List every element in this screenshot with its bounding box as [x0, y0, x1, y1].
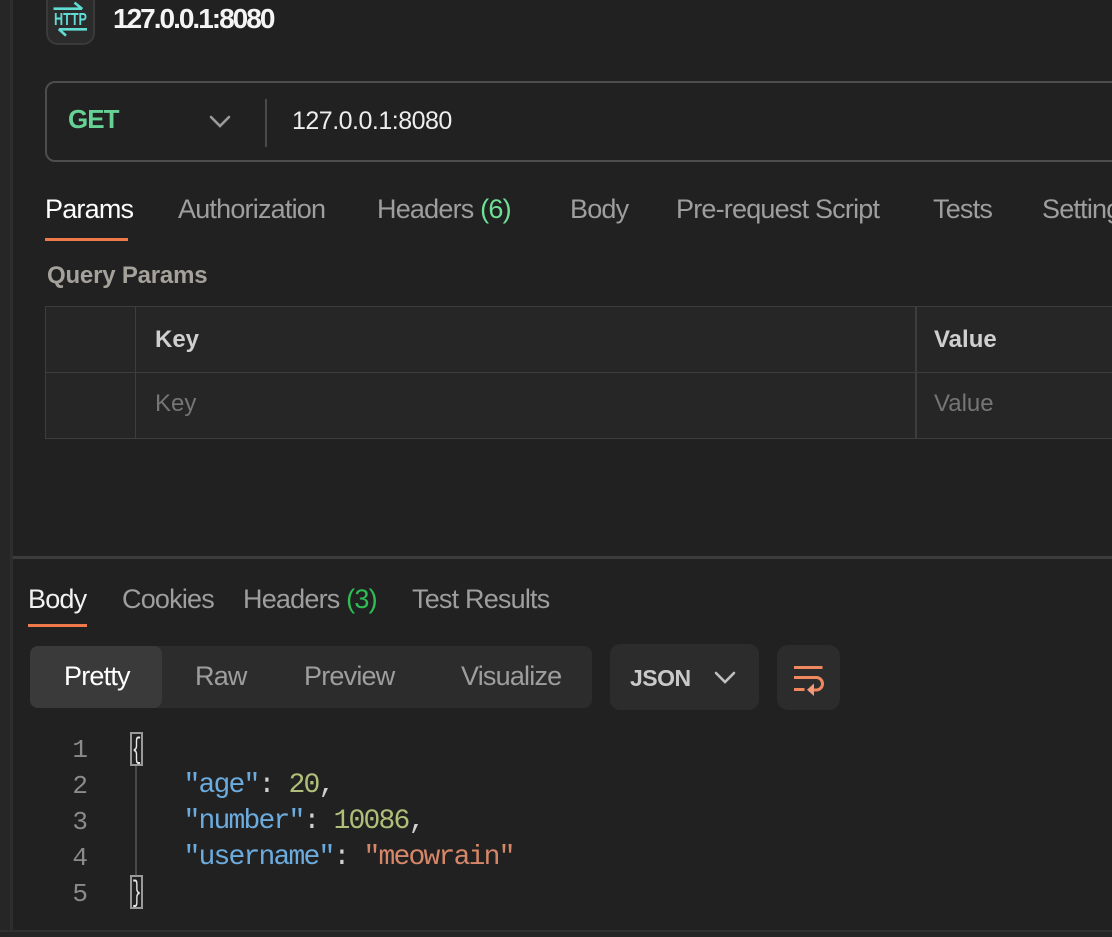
svg-text:HTTP: HTTP [54, 9, 87, 29]
